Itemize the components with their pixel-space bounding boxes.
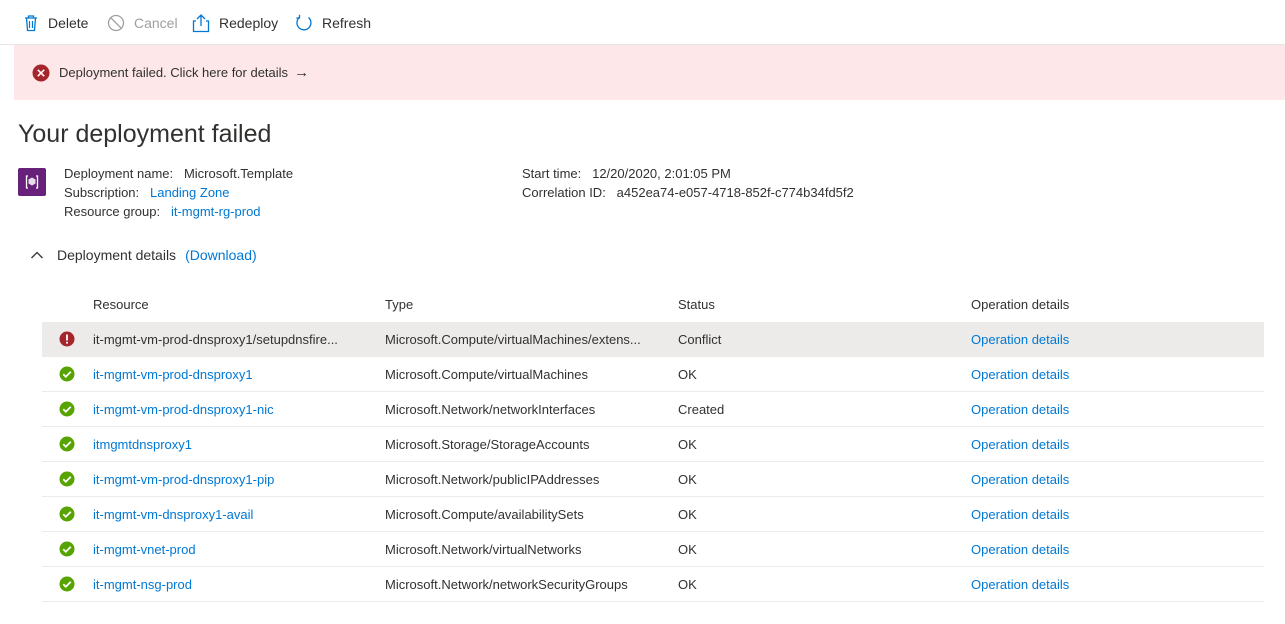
deployment-resources-table: Resource Type Status Operation details i… [42,286,1264,602]
command-bar: Delete Cancel Redeploy Refresh [0,0,1285,45]
success-icon [59,541,75,557]
resource-type: Microsoft.Network/publicIPAddresses [385,461,678,497]
start-time-label: Start time: [522,166,582,181]
success-icon [59,436,75,452]
delete-label: Delete [48,15,89,31]
resource-name: it-mgmt-vm-prod-dnsproxy1/setupdnsfire..… [93,322,385,357]
page-title: Your deployment failed [18,120,272,148]
operation-details-link[interactable]: Operation details [971,542,1069,557]
cancel-icon [107,14,134,32]
resource-group-link[interactable]: it-mgmt-rg-prod [171,204,261,219]
resource-link[interactable]: it-mgmt-vm-dnsproxy1-avail [93,507,253,522]
table-row[interactable]: it-mgmt-vm-dnsproxy1-avail Microsoft.Com… [42,496,1264,532]
deployment-details-header[interactable]: Deployment details (Download) [30,247,257,263]
redeploy-button[interactable]: Redeploy [192,12,278,34]
resource-type: Microsoft.Compute/virtualMachines [385,356,678,392]
success-icon [59,471,75,487]
table-row[interactable]: it-mgmt-vm-prod-dnsproxy1-pip Microsoft.… [42,461,1264,497]
resource-status: Conflict [678,322,971,357]
success-icon [59,506,75,522]
resource-status: OK [678,356,971,392]
operation-details-link[interactable]: Operation details [971,332,1069,347]
success-icon [59,576,75,592]
resource-status: Created [678,391,971,427]
resource-link[interactable]: it-mgmt-vm-prod-dnsproxy1-pip [93,472,274,487]
arrow-right-icon: → [294,64,310,81]
error-icon [59,331,75,347]
resource-link[interactable]: it-mgmt-vnet-prod [93,542,196,557]
start-time-value: 12/20/2020, 2:01:05 PM [592,166,731,181]
resource-link[interactable]: it-mgmt-vm-prod-dnsproxy1 [93,367,253,382]
resource-link[interactable]: it-mgmt-vm-prod-dnsproxy1-nic [93,402,274,417]
operation-details-link[interactable]: Operation details [971,577,1069,592]
type-column-header[interactable]: Type [385,286,678,322]
status-icon-header [42,286,93,322]
resource-link[interactable]: itmgmtdnsproxy1 [93,437,192,452]
deployment-failed-banner[interactable]: Deployment failed. Click here for detail… [14,45,1285,100]
redeploy-label: Redeploy [219,15,279,31]
deployment-info-left: Deployment name: Microsoft.Template Subs… [64,164,293,221]
resource-status: OK [678,566,971,602]
table-row[interactable]: it-mgmt-vnet-prod Microsoft.Network/virt… [42,531,1264,567]
cancel-button[interactable]: Cancel [107,12,178,34]
resource-status: OK [678,461,971,497]
chevron-up-icon[interactable] [30,250,44,260]
error-circle-icon [32,64,50,82]
download-link[interactable]: (Download) [185,247,257,263]
resource-type: Microsoft.Storage/StorageAccounts [385,426,678,462]
refresh-icon [295,14,322,32]
resource-type: Microsoft.Network/networkSecurityGroups [385,566,678,602]
operation-details-link[interactable]: Operation details [971,472,1069,487]
table-row[interactable]: it-mgmt-vm-prod-dnsproxy1-nic Microsoft.… [42,391,1264,427]
deployment-name-label: Deployment name: [64,166,174,181]
resource-group-label: Resource group: [64,204,161,219]
operation-details-link[interactable]: Operation details [971,507,1069,522]
resource-column-header[interactable]: Resource [93,286,385,322]
operation-details-link[interactable]: Operation details [971,437,1069,452]
resource-type: Microsoft.Compute/availabilitySets [385,496,678,532]
resource-type: Microsoft.Compute/virtualMachines/extens… [385,322,678,357]
resource-type: Microsoft.Network/virtualNetworks [385,531,678,567]
operation-details-column-header: Operation details [971,296,1070,312]
resource-status: OK [678,426,971,462]
resource-type: Microsoft.Network/networkInterfaces [385,391,678,427]
upload-icon [192,13,219,33]
table-row[interactable]: it-mgmt-vm-prod-dnsproxy1/setupdnsfire..… [42,322,1264,357]
resource-status: OK [678,531,971,567]
cancel-label: Cancel [134,15,178,31]
subscription-label: Subscription: [64,185,140,200]
table-row[interactable]: it-mgmt-nsg-prod Microsoft.Network/netwo… [42,566,1264,602]
resource-link[interactable]: it-mgmt-nsg-prod [93,577,192,592]
table-header-row: Resource Type Status Operation details [42,286,1264,322]
subscription-link[interactable]: Landing Zone [150,185,230,200]
deployment-name-value: Microsoft.Template [183,166,294,181]
deployment-info-right: Start time: 12/20/2020, 2:01:05 PM Corre… [522,164,854,202]
refresh-button[interactable]: Refresh [295,12,371,34]
refresh-label: Refresh [322,15,372,31]
resource-status: OK [678,496,971,532]
success-icon [59,366,75,382]
banner-text: Deployment failed. Click here for detail… [59,65,289,80]
table-row[interactable]: it-mgmt-vm-prod-dnsproxy1 Microsoft.Comp… [42,356,1264,392]
delete-button[interactable]: Delete [23,12,88,34]
operation-details-link[interactable]: Operation details [971,367,1069,382]
success-icon [59,401,75,417]
operation-details-link[interactable]: Operation details [971,402,1069,417]
trash-icon [23,14,48,32]
correlation-id-value: a452ea74-e057-4718-852f-c774b34fd5f2 [616,185,854,200]
table-row[interactable]: itmgmtdnsproxy1 Microsoft.Storage/Storag… [42,426,1264,462]
deployment-template-icon [18,168,46,196]
deployment-details-label: Deployment details [57,247,177,263]
correlation-id-label: Correlation ID: [522,185,606,200]
status-column-header[interactable]: Status [678,286,971,322]
